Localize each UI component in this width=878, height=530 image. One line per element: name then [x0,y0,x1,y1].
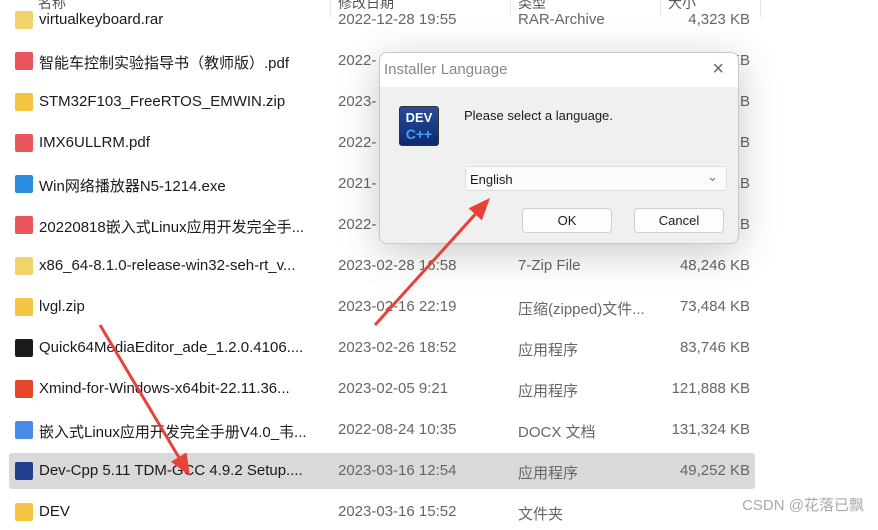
file-name: 嵌入式Linux应用开发完全手册V4.0_韦... [39,424,307,441]
file-name: IMX6ULLRM.pdf [39,134,150,151]
file-type: DOCX 文档 [518,424,596,441]
file-date: 2023-02-28 16:58 [338,257,457,274]
file-name: lvgl.zip [39,298,85,315]
pdf-icon [15,134,33,152]
file-row[interactable]: x86_64-8.1.0-release-win32-seh-rt_v... 2… [9,248,755,284]
file-name: 20220818嵌入式Linux应用开发完全手... [39,219,305,236]
file-type: 应用程序 [518,383,579,400]
pdf-icon [15,216,33,234]
file-type: 7-Zip File [518,257,581,274]
devcpp-icon [15,462,33,480]
file-type: RAR-Archive [518,11,605,28]
file-type: 压缩(zipped)文件... [518,301,645,318]
file-date: 2023-02-16 22:19 [338,298,457,315]
cancel-button[interactable]: Cancel [634,208,724,233]
file-name: Quick64MediaEditor_ade_1.2.0.4106.... [39,339,304,356]
file-date: 2023- [338,93,377,110]
rar-icon [15,11,33,29]
file-name: Win网络播放器N5-1214.exe [39,178,226,195]
file-size: 131,324 KB [671,421,750,438]
chevron-down-icon: ⌄ [707,169,718,184]
file-row[interactable]: lvgl.zip 2023-02-16 22:19 压缩(zipped)文件..… [9,289,755,325]
xmind-icon [15,380,33,398]
installer-language-dialog: Installer Language × DEV C++ Please selec… [379,52,739,244]
file-date: 2022-12-28 19:55 [338,11,457,28]
file-row[interactable]: DEV 2023-03-16 15:52 文件夹 [9,494,755,530]
file-name: 智能车控制实验指导书（教师版）.pdf [39,55,290,72]
file-date: 2023-02-26 18:52 [338,339,457,356]
7zip-icon [15,257,33,275]
file-name: DEV [39,503,70,520]
file-row[interactable]: virtualkeyboard.rar 2022-12-28 19:55 RAR… [9,2,755,38]
dialog-message: Please select a language. [464,108,613,123]
file-date: 2022- [338,216,377,233]
file-date: 2022- [338,52,377,69]
file-name: virtualkeyboard.rar [39,11,164,28]
file-name: Xmind-for-Windows-x64bit-22.11.36... [39,380,290,397]
file-row[interactable]: Dev-Cpp 5.11 TDM-GCC 4.9.2 Setup.... 202… [9,453,755,489]
language-select[interactable]: English ⌄ [465,166,727,191]
file-date: 2023-03-16 15:52 [338,503,457,520]
file-size: 49,252 KB [679,462,750,479]
dialog-title: Installer Language [384,61,508,78]
file-date: 2023-03-16 12:54 [338,462,457,479]
dialog-titlebar: Installer Language × [380,53,738,87]
file-size: 73,484 KB [679,298,750,315]
file-date: 2022- [338,134,377,151]
pdf-icon [15,52,33,70]
player-icon [15,175,33,193]
file-row[interactable]: Quick64MediaEditor_ade_1.2.0.4106.... 20… [9,330,755,366]
file-size: 121,888 KB [671,380,750,397]
zip-folder-icon [15,93,33,111]
file-row[interactable]: Xmind-for-Windows-x64bit-22.11.36... 202… [9,371,755,407]
folder-icon [15,503,33,521]
ok-button[interactable]: OK [522,208,612,233]
file-row[interactable]: 嵌入式Linux应用开发完全手册V4.0_韦... 2022-08-24 10:… [9,412,755,448]
file-name: STM32F103_FreeRTOS_EMWIN.zip [39,93,286,110]
file-name: x86_64-8.1.0-release-win32-seh-rt_v... [39,257,296,274]
media-editor-icon [15,339,33,357]
zip-folder-icon [15,298,33,316]
language-value: English [470,172,513,187]
word-doc-icon [15,421,33,439]
file-name: Dev-Cpp 5.11 TDM-GCC 4.9.2 Setup.... [39,462,303,479]
file-type: 文件夹 [518,506,564,523]
file-size: 4,323 KB [688,11,750,28]
file-date: 2023-02-05 9:21 [338,380,449,397]
devcpp-logo-icon: DEV C++ [399,106,439,146]
watermark: CSDN @花落已飘 [742,497,864,514]
file-type: 应用程序 [518,465,579,482]
file-size: 48,246 KB [679,257,750,274]
file-date: 2022-08-24 10:35 [338,421,457,438]
file-date: 2021- [338,175,377,192]
close-icon[interactable]: × [712,58,724,81]
file-size: 83,746 KB [679,339,750,356]
file-type: 应用程序 [518,342,579,359]
